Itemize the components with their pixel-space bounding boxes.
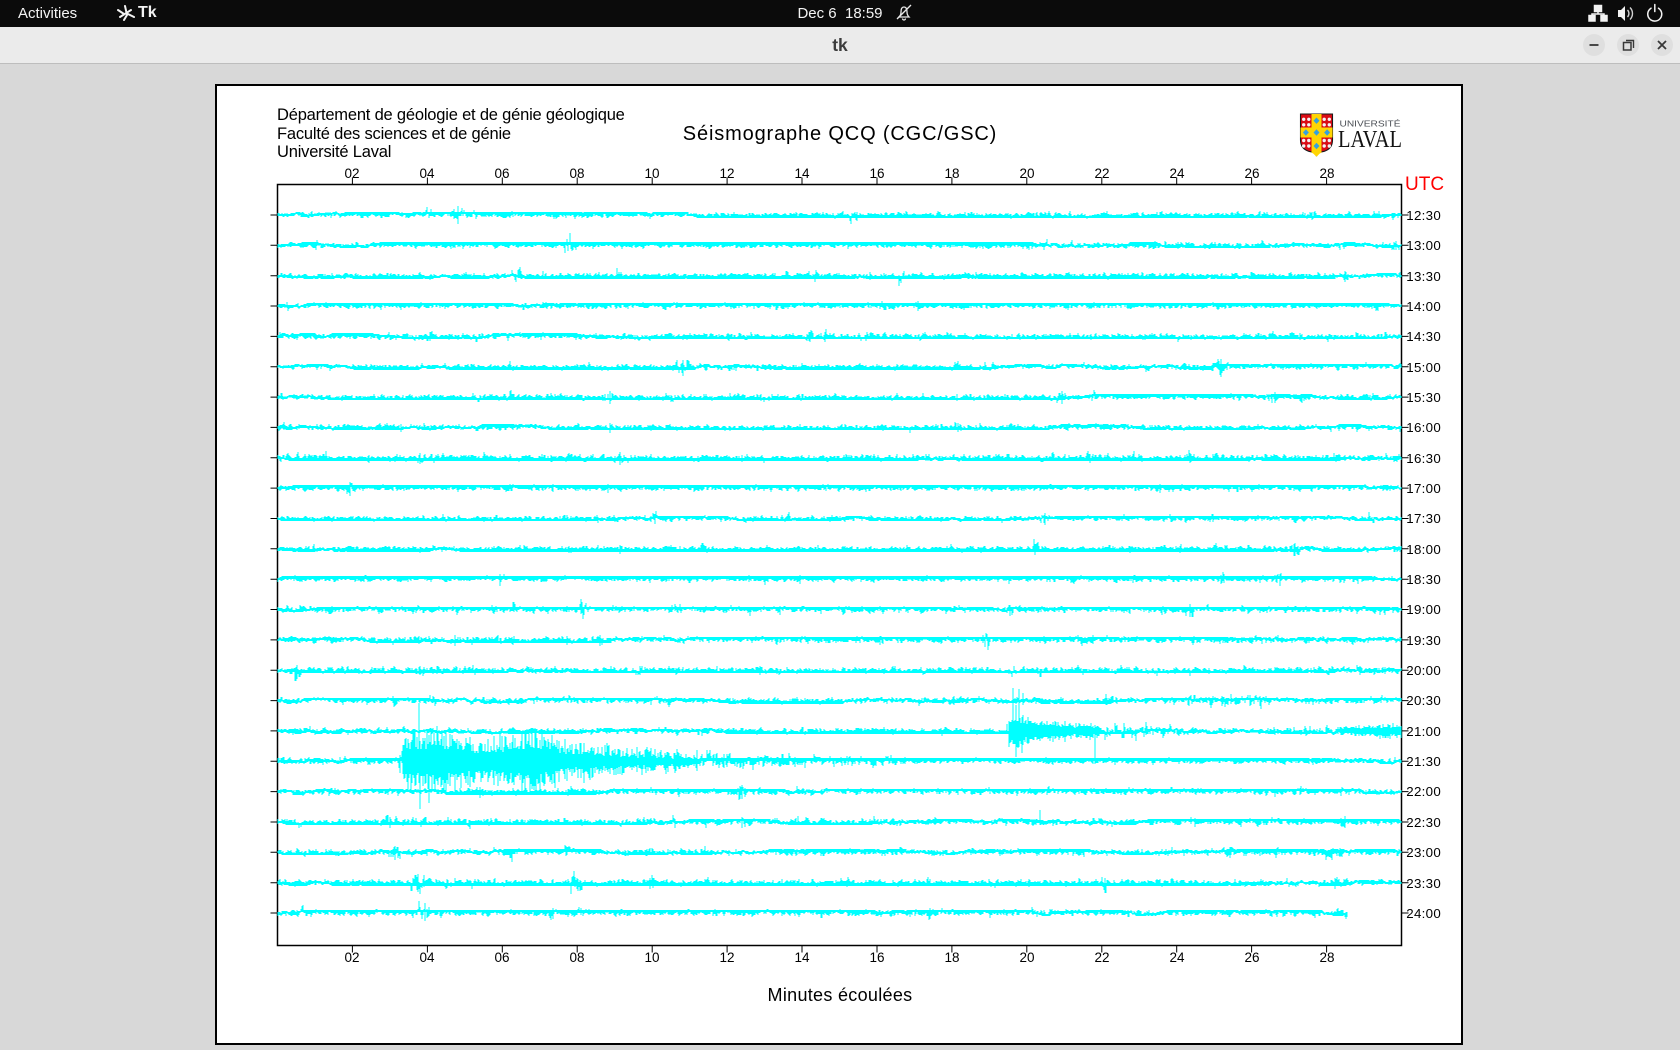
svg-text:LAVAL: LAVAL (1338, 127, 1402, 153)
